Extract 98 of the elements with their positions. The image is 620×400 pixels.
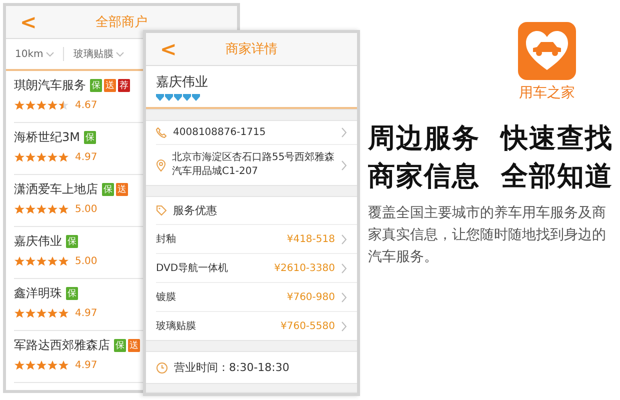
tag: 保	[84, 131, 96, 144]
merchant-name: 鑫洋明珠	[14, 285, 62, 302]
tag: 保	[114, 339, 126, 352]
service-name: 玻璃贴膜	[156, 320, 197, 333]
service-row[interactable]: 玻璃贴膜 ¥760-5580	[156, 312, 357, 340]
filter-dropdown[interactable]: 玻璃贴膜	[64, 47, 134, 61]
star-icon	[14, 308, 25, 319]
star-icon	[36, 360, 47, 371]
star-icon	[25, 100, 36, 111]
headline: 周边服务 快速查找	[368, 122, 614, 156]
merchant-item[interactable]: 潇洒爱车上地店 保 送 5.00	[14, 181, 128, 215]
phone-number: 4008108876-1715	[173, 127, 267, 138]
chevron-right-icon	[341, 234, 347, 244]
star-icon	[47, 152, 58, 163]
screen-title: 商家详情	[226, 41, 278, 58]
star-icon	[47, 100, 58, 111]
merchant-name: 嘉庆伟业	[156, 74, 208, 91]
service-name: 封釉	[156, 232, 177, 246]
star-icon	[36, 308, 47, 319]
chevron-right-icon	[341, 160, 347, 170]
star-icon	[47, 360, 58, 371]
tag-icon	[156, 205, 167, 216]
tag: 保	[66, 235, 78, 248]
star-icon	[36, 100, 47, 111]
service-row[interactable]: DVD导航一体机 ¥2610-3380	[156, 254, 357, 283]
merchant-name: 潇洒爱车上地店	[14, 181, 98, 198]
merchant-name: 海桥世纪3M	[14, 129, 80, 146]
star-icon	[47, 204, 58, 215]
tag: 保	[66, 287, 78, 300]
star-icon	[25, 360, 36, 371]
merchant-name: 琪朗汽车服务	[14, 77, 86, 94]
rating-score: 4.67	[75, 100, 98, 111]
star-icon	[58, 100, 69, 111]
phone-icon	[156, 127, 167, 138]
tag: 送	[104, 79, 116, 92]
star-icon	[25, 256, 36, 267]
chevron-right-icon	[341, 262, 347, 274]
rating-score: 4.97	[75, 360, 98, 371]
star-icon	[47, 256, 58, 267]
chevron-right-icon	[341, 292, 347, 302]
rating-score: 5.00	[75, 204, 98, 215]
address: 北京市海淀区杏石口路55号西郊雅森汽车用品城C1-207	[172, 151, 335, 179]
merchant-item[interactable]: 海桥世纪3M 保 4.97	[14, 129, 98, 163]
rating-score: 4.97	[75, 152, 98, 163]
description: 覆盖全国主要城市的养车用车服务及商家真实信息，让您随时随地找到身边的汽车服务。	[368, 204, 607, 267]
merchant-item[interactable]: 军路达西郊雅森店 保 送 4.97	[14, 337, 140, 371]
section-title: 服务优惠	[173, 203, 217, 218]
merchant-name: 嘉庆伟业	[14, 233, 62, 250]
phone-row[interactable]: 4008108876-1715	[156, 121, 357, 145]
merchant-name: 军路达西郊雅森店	[14, 337, 110, 354]
merchant-item[interactable]: 鑫洋明珠 保 4.97	[14, 285, 98, 319]
service-name: DVD导航一体机	[156, 262, 230, 275]
star-icon	[58, 204, 69, 215]
star-icon	[58, 152, 69, 163]
price: ¥2610-3380	[274, 262, 335, 274]
star-icon	[14, 204, 25, 215]
chevron-down-icon	[46, 52, 54, 56]
business-hours: 营业时间：8:30-18:30	[174, 360, 290, 375]
star-icon	[58, 308, 69, 319]
price: ¥760-5580	[280, 320, 335, 332]
star-icon	[25, 152, 36, 163]
service-row[interactable]: 镀膜 ¥760-980	[156, 283, 357, 312]
star-icon	[14, 360, 25, 371]
star-icon	[58, 256, 69, 267]
clock-icon	[156, 362, 168, 374]
merchant-item[interactable]: 琪朗汽车服务 保 送 荐 4.67	[14, 77, 130, 111]
filter-dropdown[interactable]: 10km	[6, 48, 64, 60]
rating-score: 4.97	[75, 308, 98, 319]
star-icon	[36, 152, 47, 163]
star-icon	[36, 204, 47, 215]
chevron-down-icon	[116, 52, 124, 56]
tag: 荐	[118, 79, 130, 92]
star-icon	[58, 360, 69, 371]
app-name: 用车之家	[519, 84, 575, 102]
service-row[interactable]: 封釉 ¥418-518	[156, 225, 357, 254]
merchant-item[interactable]: 嘉庆伟业 保 5.00	[14, 233, 98, 267]
headline: 商家信息 全部知道	[368, 160, 614, 194]
location-pin-icon	[156, 158, 166, 172]
star-icon	[25, 204, 36, 215]
price: ¥418-518	[286, 234, 335, 244]
star-icon	[36, 256, 47, 267]
star-icon	[14, 152, 25, 163]
chevron-right-icon	[341, 127, 347, 138]
tag: 保	[102, 183, 114, 196]
rating-score: 5.00	[75, 256, 98, 267]
address-row[interactable]: 北京市海淀区杏石口路55号西郊雅森汽车用品城C1-207	[156, 145, 357, 185]
app-logo-icon	[518, 22, 576, 80]
star-icon	[47, 308, 58, 319]
service-name: 镀膜	[156, 290, 177, 304]
price: ¥760-980	[286, 292, 335, 302]
tag: 保	[90, 79, 102, 92]
tag: 送	[116, 183, 128, 196]
chevron-right-icon	[341, 320, 347, 332]
star-icon	[14, 256, 25, 267]
star-icon	[25, 308, 36, 319]
tag: 送	[128, 339, 140, 352]
screen-title: 全部商户	[96, 14, 148, 31]
star-icon	[14, 100, 25, 111]
